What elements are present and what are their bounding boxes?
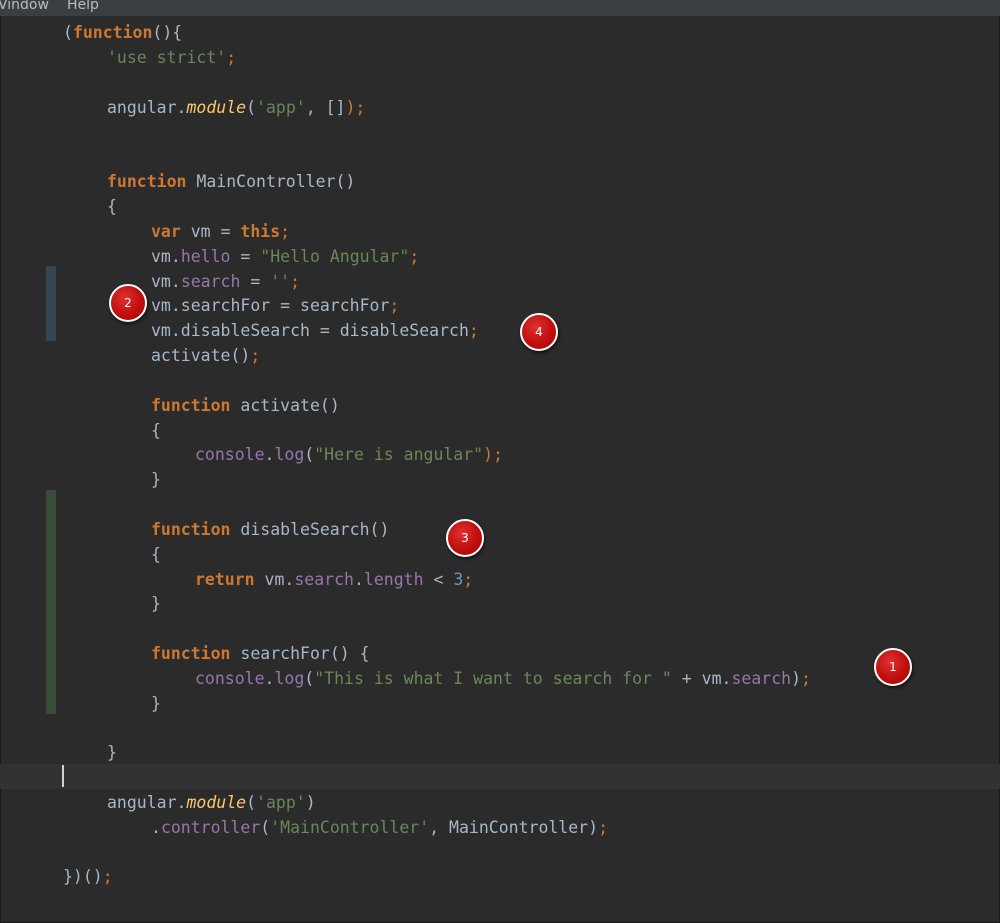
- code-line: }: [107, 743, 117, 762]
- code-line: console.log("This is what I want to sear…: [195, 669, 811, 688]
- code-line: activate();: [151, 346, 261, 365]
- menu-window[interactable]: Vindow: [0, 0, 49, 12]
- code-line: function disableSearch(): [151, 520, 390, 539]
- current-line-highlight: [0, 764, 1000, 789]
- code-line: .controller('MainController', MainContro…: [151, 818, 608, 837]
- code-line: })();: [63, 867, 113, 886]
- code-line: angular.module('app'): [107, 793, 316, 812]
- menu-help[interactable]: Help: [67, 0, 99, 12]
- code-line: function searchFor() {: [151, 644, 370, 663]
- code-line: vm.search = '';: [151, 272, 301, 291]
- code-line: (function(){: [63, 23, 183, 42]
- code-line: {: [151, 545, 161, 564]
- code-line: function activate(): [151, 396, 340, 415]
- code-line: function MainController(): [107, 172, 356, 191]
- code-line: }: [151, 694, 161, 713]
- code-line: console.log("Here is angular");: [195, 445, 503, 464]
- code-line: {: [151, 421, 161, 440]
- callout-marker-2: 2: [109, 284, 147, 322]
- code-line: var vm = this;: [151, 222, 291, 241]
- callout-marker-3: 3: [446, 519, 484, 557]
- text-caret: [62, 765, 64, 787]
- callout-marker-1: 1: [874, 648, 912, 686]
- code-line: }: [151, 470, 161, 489]
- code-line: return vm.search.length < 3;: [195, 570, 474, 589]
- code-line: }: [151, 594, 161, 613]
- code-line: vm.searchFor = searchFor;: [151, 296, 400, 315]
- gutter-change-marker-modified[interactable]: [46, 266, 56, 341]
- code-line: vm.disableSearch = disableSearch;: [151, 321, 479, 340]
- code-line: angular.module('app', []);: [107, 98, 366, 117]
- code-line: {: [107, 197, 117, 216]
- gutter-change-marker-added[interactable]: [46, 490, 56, 714]
- callout-marker-4: 4: [520, 313, 558, 351]
- menu-bar: Vindow Help: [0, 0, 1000, 16]
- code-line: vm.hello = "Hello Angular";: [151, 247, 420, 266]
- code-line: 'use strict';: [107, 48, 237, 67]
- code-editor[interactable]: (function(){ 'use strict'; angular.modul…: [0, 18, 1000, 923]
